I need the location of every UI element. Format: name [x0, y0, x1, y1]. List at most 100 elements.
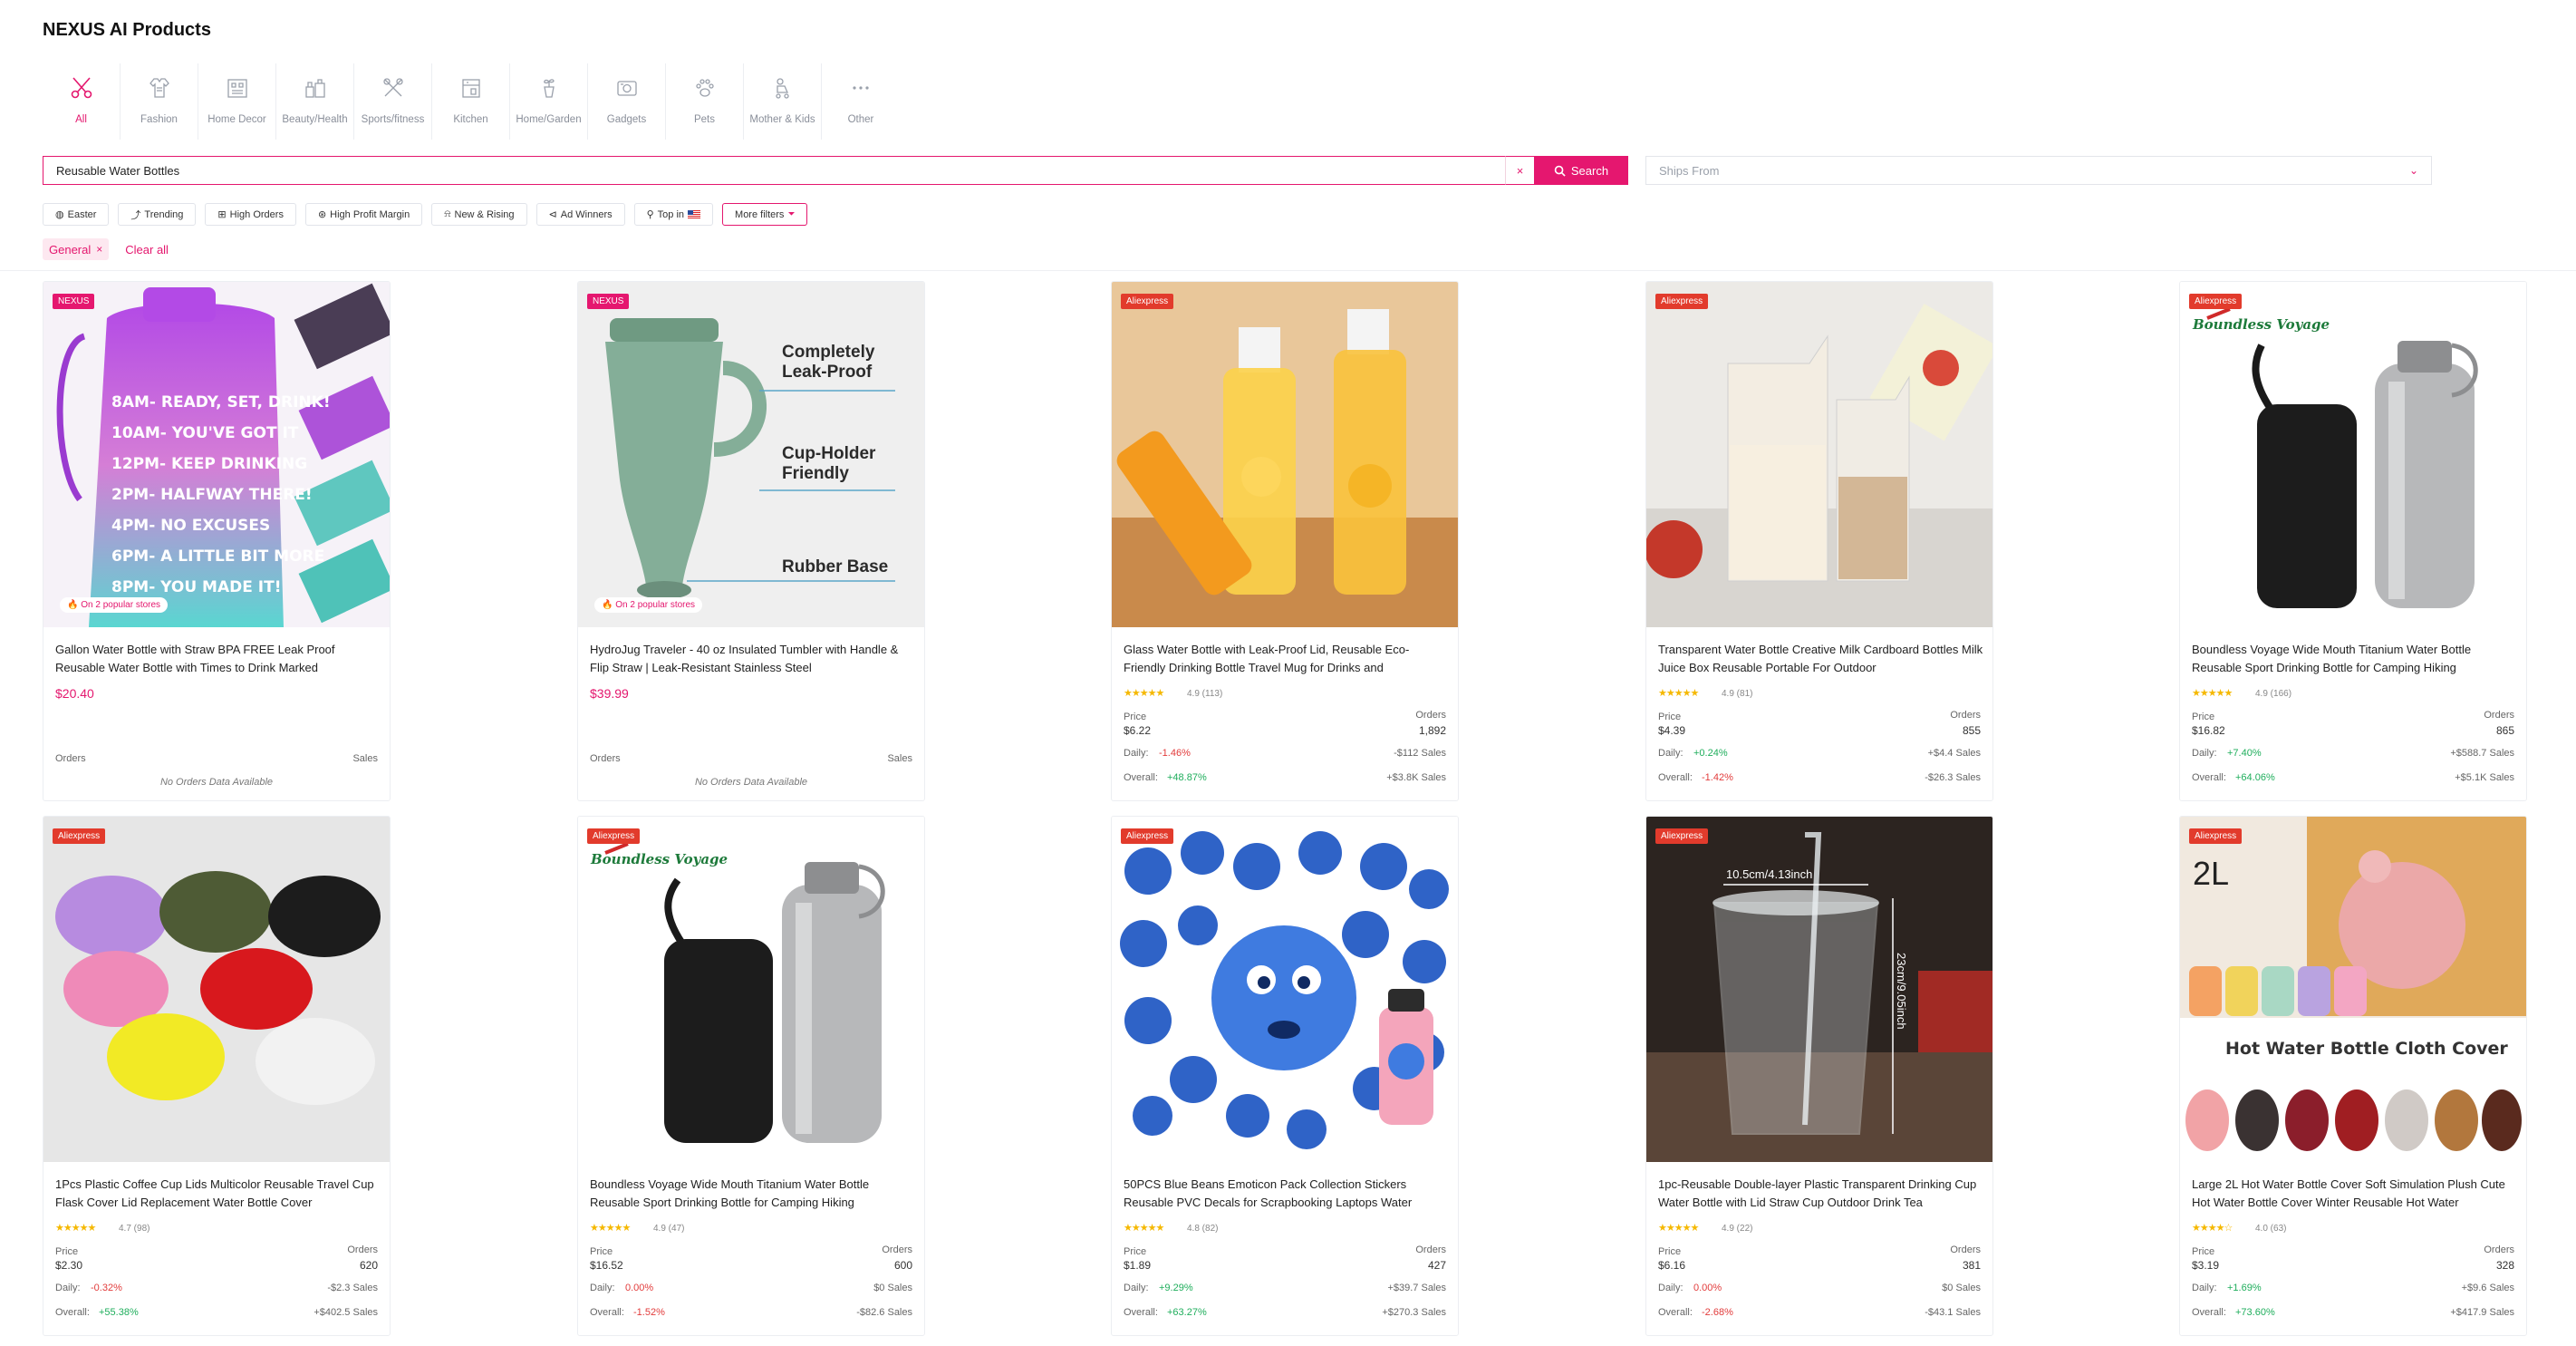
image-text: 2L: [2193, 855, 2229, 892]
overall-sales: +$5.1K Sales: [2455, 772, 2514, 783]
price-label: Price: [1658, 1246, 1682, 1257]
product-title[interactable]: 1pc-Reusable Double-layer Plastic Transp…: [1658, 1176, 1984, 1212]
filter-easter[interactable]: ◍ Easter: [43, 203, 110, 226]
product-image[interactable]: 8AM- READY, SET, DRINK! 10AM- YOU'VE GOT…: [43, 282, 390, 627]
product-image[interactable]: Completely Leak-Proof Cup-Holder Friendl…: [578, 282, 924, 627]
source-badge: NEXUS: [53, 294, 95, 309]
overall-label: Overall:: [1124, 772, 1158, 783]
category-home-garden[interactable]: Home/Garden: [510, 63, 588, 140]
category-other[interactable]: Other: [822, 63, 900, 140]
category-mother-kids[interactable]: Mother & Kids: [744, 63, 822, 140]
daily-label: Daily:: [55, 1283, 81, 1293]
category-kitchen[interactable]: Kitchen: [432, 63, 510, 140]
price-label: Price: [1124, 1246, 1147, 1257]
product-card[interactable]: 10.5cm/4.13inch 23cm/9.05inch Aliexpress…: [1645, 816, 1993, 1336]
category-all[interactable]: All: [43, 63, 121, 140]
ships-from-select[interactable]: Ships From ⌄: [1645, 156, 2432, 185]
chip-label: Easter: [67, 208, 97, 220]
sales-label: Sales: [352, 753, 378, 764]
overall-sales: +$270.3 Sales: [1382, 1307, 1446, 1318]
category-gadgets[interactable]: Gadgets: [588, 63, 666, 140]
category-label: Home Decor: [207, 114, 266, 125]
search-button[interactable]: Search: [1534, 156, 1628, 185]
product-card[interactable]: Aliexpress Transparent Water Bottle Crea…: [1645, 281, 1993, 801]
orders-label: Orders: [1415, 710, 1446, 721]
orders-label: Orders: [1950, 710, 1981, 721]
daily-change: 0.00%: [625, 1283, 654, 1293]
product-image[interactable]: [43, 817, 390, 1162]
price-label: Price: [2192, 712, 2215, 722]
product-title[interactable]: Boundless Voyage Wide Mouth Titanium Wat…: [2192, 641, 2518, 677]
product-title[interactable]: Large 2L Hot Water Bottle Cover Soft Sim…: [2192, 1176, 2518, 1212]
more-filters-button[interactable]: More filters ⏷: [722, 203, 808, 226]
filter-trending[interactable]: ⤴ Trending: [118, 203, 197, 226]
product-card[interactable]: Aliexpress 50PCS Blue Beans Emoticon Pac…: [1111, 816, 1459, 1336]
product-image[interactable]: Boundless Voyage: [2180, 282, 2526, 627]
product-card[interactable]: Boundless Voyage Aliexpress Boundless Vo…: [577, 816, 925, 1336]
category-fashion[interactable]: Fashion: [121, 63, 198, 140]
product-card[interactable]: 8AM- READY, SET, DRINK! 10AM- YOU'VE GOT…: [43, 281, 391, 801]
rating-value: 4.7 (98): [119, 1224, 150, 1234]
image-text: Friendly: [782, 464, 849, 483]
product-title[interactable]: 50PCS Blue Beans Emoticon Pack Collectio…: [1124, 1176, 1450, 1212]
ships-from-placeholder: Ships From: [1659, 163, 1720, 178]
product-title[interactable]: 1Pcs Plastic Coffee Cup Lids Multicolor …: [55, 1176, 381, 1212]
category-pets[interactable]: Pets: [666, 63, 744, 140]
search-input[interactable]: [43, 156, 1505, 185]
product-card[interactable]: Aliexpress Glass Water Bottle with Leak-…: [1111, 281, 1459, 801]
rating-value: 4.9 (166): [2255, 689, 2292, 699]
overall-sales: +$402.5 Sales: [314, 1307, 378, 1318]
source-badge: Aliexpress: [1121, 294, 1174, 309]
product-image[interactable]: [1112, 817, 1458, 1162]
product-image[interactable]: [1646, 282, 1992, 627]
product-card[interactable]: Completely Leak-Proof Cup-Holder Friendl…: [577, 281, 925, 801]
product-image[interactable]: 10.5cm/4.13inch 23cm/9.05inch: [1646, 817, 1992, 1162]
filter-high-orders[interactable]: ⊞ High Orders: [205, 203, 296, 226]
filter-high-profit[interactable]: ⊛ High Profit Margin: [304, 203, 423, 226]
category-sports[interactable]: Sports/fitness: [354, 63, 432, 140]
orders-value: 1,892: [1418, 724, 1446, 737]
orders-label: Orders: [2484, 710, 2514, 721]
remove-tag-icon[interactable]: ×: [96, 243, 102, 256]
chip-label: High Profit Margin: [330, 208, 410, 220]
clear-all-link[interactable]: Clear all: [125, 243, 169, 257]
category-home-decor[interactable]: Home Decor: [198, 63, 276, 140]
orders-value: 865: [2495, 724, 2514, 737]
funnel-icon: ⏷: [787, 209, 796, 219]
category-beauty[interactable]: Beauty/Health: [276, 63, 354, 140]
search-icon: [1554, 165, 1566, 177]
product-title[interactable]: Transparent Water Bottle Creative Milk C…: [1658, 641, 1984, 677]
product-title[interactable]: Boundless Voyage Wide Mouth Titanium Wat…: [590, 1176, 916, 1212]
product-card[interactable]: Aliexpress 1Pcs Plastic Coffee Cup Lids …: [43, 816, 391, 1336]
popular-stores-badge: 🔥 On 2 popular stores: [594, 597, 703, 613]
product-card[interactable]: Boundless Voyage Aliexpress Boundless Vo…: [2179, 281, 2527, 801]
product-card[interactable]: 2L Hot Water Bottle Cloth Cover Aliexpre…: [2179, 816, 2527, 1336]
product-price: $16.52: [590, 1259, 623, 1272]
chip-label: Trending: [144, 208, 184, 220]
product-image[interactable]: 2L Hot Water Bottle Cloth Cover: [2180, 817, 2526, 1162]
overall-label: Overall:: [2192, 1307, 2226, 1318]
filter-ad-winners[interactable]: ⊲ Ad Winners: [535, 203, 625, 226]
daily-sales: -$2.3 Sales: [327, 1283, 378, 1293]
daily-label: Daily:: [1124, 748, 1149, 759]
orders-label: Orders: [1950, 1244, 1981, 1255]
daily-change: +7.40%: [2227, 748, 2262, 759]
filter-new-rising[interactable]: ⍾ New & Rising: [431, 203, 527, 226]
daily-sales: +$9.6 Sales: [2461, 1283, 2514, 1293]
gadgets-icon: [616, 81, 637, 96]
product-title[interactable]: Gallon Water Bottle with Straw BPA FREE …: [55, 641, 381, 677]
search-bar: × Search: [43, 156, 1628, 185]
orders-label: Orders: [347, 1244, 378, 1255]
fashion-icon: [149, 78, 169, 98]
active-filter-tag: General ×: [43, 238, 110, 260]
orders-value: 381: [1962, 1259, 1981, 1272]
product-title[interactable]: Glass Water Bottle with Leak-Proof Lid, …: [1124, 641, 1450, 677]
product-price: $6.16: [1658, 1259, 1686, 1272]
clear-search-button[interactable]: ×: [1505, 156, 1534, 185]
orders-label: Orders: [55, 753, 86, 764]
daily-sales: -$112 Sales: [1394, 748, 1446, 759]
product-title[interactable]: HydroJug Traveler - 40 oz Insulated Tumb…: [590, 641, 916, 677]
product-image[interactable]: Boundless Voyage: [578, 817, 924, 1162]
product-image[interactable]: [1112, 282, 1458, 627]
filter-top-in[interactable]: ⚲ Top in: [633, 203, 714, 226]
